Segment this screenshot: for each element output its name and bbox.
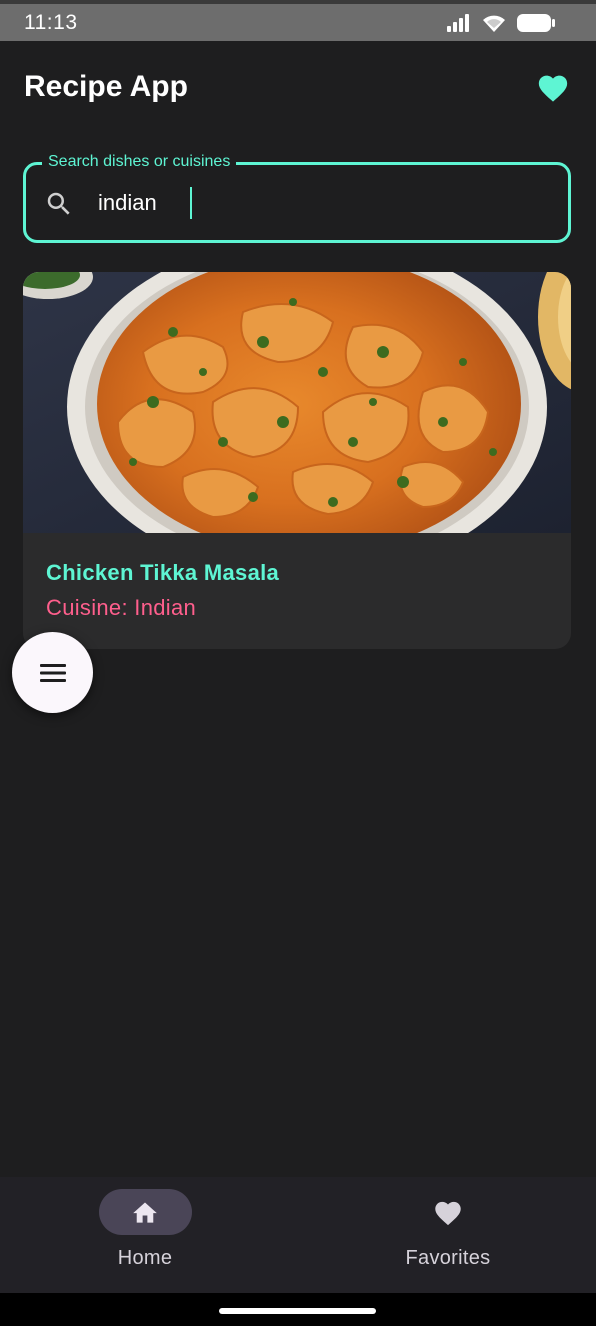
nav-favorites-label: Favorites xyxy=(405,1247,491,1269)
search-input[interactable] xyxy=(98,181,538,225)
menu-icon xyxy=(39,663,66,682)
home-gesture-bar[interactable] xyxy=(219,1308,376,1314)
app-title: Recipe App xyxy=(24,70,188,103)
gesture-area xyxy=(0,1293,596,1326)
status-bar: 11:13 xyxy=(0,0,596,41)
status-icons xyxy=(446,13,556,33)
recipe-title: Chicken Tikka Masala xyxy=(46,560,280,585)
search-icon xyxy=(47,192,70,215)
nav-favorites[interactable]: Favorites xyxy=(348,1177,548,1293)
app-bar: Recipe App xyxy=(0,41,596,133)
app-screen: 11:13 Recipe App Search dishes or cuisin… xyxy=(0,0,596,1326)
menu-button[interactable] xyxy=(12,632,93,713)
search-field[interactable]: Search dishes or cuisines xyxy=(23,151,571,243)
status-time: 11:13 xyxy=(24,10,78,34)
heart-icon xyxy=(435,1201,461,1226)
nav-home-label: Home xyxy=(117,1247,173,1269)
text-cursor xyxy=(190,187,192,219)
recipe-card[interactable]: Chicken Tikka Masala Cuisine: Indian xyxy=(23,272,571,649)
battery-icon xyxy=(517,13,555,32)
cellular-signal-icon xyxy=(447,13,469,32)
nav-favorites-indicator xyxy=(402,1189,495,1235)
recipe-cuisine: Cuisine: Indian xyxy=(46,595,197,620)
wifi-icon xyxy=(483,15,505,32)
recipe-image xyxy=(23,272,571,533)
search-label: Search dishes or cuisines xyxy=(42,151,237,173)
favorites-heart-icon[interactable] xyxy=(536,71,570,103)
nav-home-indicator xyxy=(98,1189,192,1235)
nav-home[interactable]: Home xyxy=(45,1177,245,1293)
bottom-navigation: Home Favorites xyxy=(0,1177,596,1293)
home-icon xyxy=(133,1202,157,1223)
